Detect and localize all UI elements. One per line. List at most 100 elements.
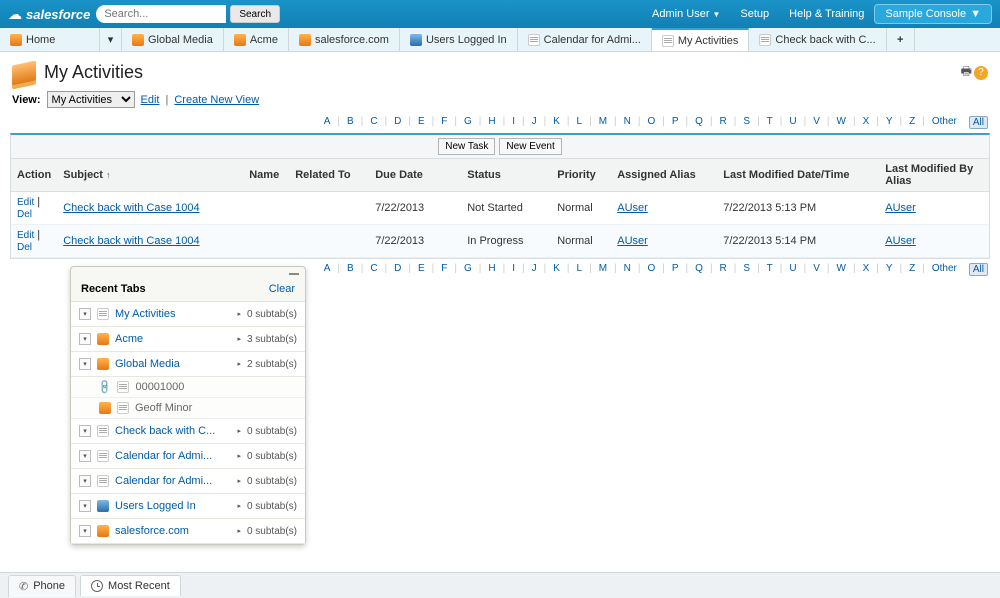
alpha-P[interactable]: P [670,116,681,129]
col-last-modified[interactable]: Last Modified Date/Time [717,159,879,192]
tab-acme[interactable]: Acme [224,28,289,51]
tab-check-back[interactable]: Check back with C... [749,28,886,51]
create-new-view-link[interactable]: Create New View [174,94,259,106]
col-name[interactable]: Name [243,159,289,192]
alpha-all[interactable]: All [969,263,988,276]
alpha-F[interactable]: F [439,116,449,129]
recent-item-label[interactable]: Calendar for Admi... [115,475,231,487]
alpha-X[interactable]: X [861,116,872,129]
alias-link[interactable]: AUser [617,235,648,247]
alpha-Z[interactable]: Z [907,263,917,276]
tab-add[interactable]: + [887,28,915,51]
modified-by-link[interactable]: AUser [885,202,916,214]
subject-link[interactable]: Check back with Case 1004 [63,202,199,214]
col-due-date[interactable]: Due Date [369,159,461,192]
alpha-E[interactable]: E [416,116,427,129]
alpha-O[interactable]: O [645,116,657,129]
new-event-button[interactable]: New Event [499,138,561,155]
clear-recent-link[interactable]: Clear [269,283,295,295]
col-priority[interactable]: Priority [551,159,611,192]
recent-item-menu[interactable]: ▾ [79,450,91,462]
app-menu[interactable]: Sample Console▼ [874,4,992,24]
alpha-L[interactable]: L [575,263,585,276]
alpha-other[interactable]: Other [930,116,959,129]
alpha-C[interactable]: C [368,263,379,276]
recent-item-menu[interactable]: ▾ [79,333,91,345]
recent-item[interactable]: ▾My Activities▸0 subtab(s) [71,302,305,327]
alpha-H[interactable]: H [486,116,497,129]
recent-item-menu[interactable]: ▾ [79,308,91,320]
del-link[interactable]: Del [17,242,32,253]
help-link[interactable]: Help & Training [789,8,864,20]
recent-item-label[interactable]: salesforce.com [115,525,231,537]
alpha-S[interactable]: S [741,116,752,129]
col-modified-by[interactable]: Last Modified By Alias [879,159,989,192]
alpha-A[interactable]: A [322,116,333,129]
recent-item[interactable]: ▾Check back with C...▸0 subtab(s) [71,419,305,444]
alpha-D[interactable]: D [392,116,403,129]
tab-my-activities[interactable]: My Activities [652,28,750,51]
alpha-K[interactable]: K [551,116,562,129]
alpha-B[interactable]: B [345,263,356,276]
setup-link[interactable]: Setup [740,8,769,20]
footer-phone-tab[interactable]: ✆ Phone [8,575,76,597]
alpha-Q[interactable]: Q [693,263,705,276]
alpha-Q[interactable]: Q [693,116,705,129]
alpha-E[interactable]: E [416,263,427,276]
recent-item-label[interactable]: My Activities [115,308,231,320]
recent-item-label[interactable]: Global Media [115,358,231,370]
alpha-L[interactable]: L [575,116,585,129]
recent-item-menu[interactable]: ▾ [79,425,91,437]
print-icon[interactable]: 🖶 [961,62,972,83]
modified-by-link[interactable]: AUser [885,235,916,247]
alpha-U[interactable]: U [787,263,798,276]
recent-item[interactable]: ▾Calendar for Admi...▸0 subtab(s) [71,469,305,494]
recent-item-menu[interactable]: ▾ [79,358,91,370]
alpha-T[interactable]: T [765,263,775,276]
alpha-J[interactable]: J [530,116,539,129]
col-related[interactable]: Related To [289,159,369,192]
recent-item-menu[interactable]: ▾ [79,525,91,537]
recent-item-label[interactable]: Acme [115,333,231,345]
alpha-Z[interactable]: Z [907,116,917,129]
col-action[interactable]: Action [11,159,57,192]
recent-item[interactable]: ▾Acme▸3 subtab(s) [71,327,305,352]
new-task-button[interactable]: New Task [438,138,495,155]
recent-subitem[interactable]: Geoff Minor [71,398,305,419]
recent-item-menu[interactable]: ▾ [79,475,91,487]
search-input[interactable] [96,5,226,23]
tab-calendar[interactable]: Calendar for Admi... [518,28,652,51]
alpha-K[interactable]: K [551,263,562,276]
col-subject[interactable]: Subject ↑ [57,159,243,192]
alpha-S[interactable]: S [741,263,752,276]
recent-subitem[interactable]: 🔗00001000 [71,377,305,398]
alpha-N[interactable]: N [622,116,633,129]
recent-item-menu[interactable]: ▾ [79,500,91,512]
col-assigned-alias[interactable]: Assigned Alias [611,159,717,192]
alpha-G[interactable]: G [462,263,474,276]
alias-link[interactable]: AUser [617,202,648,214]
alpha-W[interactable]: W [835,116,848,129]
alpha-H[interactable]: H [486,263,497,276]
footer-most-recent-tab[interactable]: Most Recent [80,575,181,596]
recent-item[interactable]: ▾Calendar for Admi...▸0 subtab(s) [71,444,305,469]
recent-item[interactable]: ▾salesforce.com▸0 subtab(s) [71,519,305,544]
alpha-N[interactable]: N [622,263,633,276]
alpha-M[interactable]: M [597,263,609,276]
alpha-I[interactable]: I [510,116,517,129]
alpha-X[interactable]: X [861,263,872,276]
alpha-C[interactable]: C [368,116,379,129]
recent-item-label[interactable]: Check back with C... [115,425,231,437]
alpha-V[interactable]: V [811,263,822,276]
tab-global-media[interactable]: Global Media [122,28,224,51]
edit-link[interactable]: Edit [17,230,34,241]
alpha-Y[interactable]: Y [884,263,895,276]
alpha-B[interactable]: B [345,116,356,129]
recent-item[interactable]: ▾Global Media▸2 subtab(s) [71,352,305,377]
alpha-W[interactable]: W [835,263,848,276]
subject-link[interactable]: Check back with Case 1004 [63,235,199,247]
alpha-A[interactable]: A [322,263,333,276]
help-icon[interactable]: ? [974,66,988,80]
alpha-P[interactable]: P [670,263,681,276]
tab-home[interactable]: Home [0,28,100,51]
